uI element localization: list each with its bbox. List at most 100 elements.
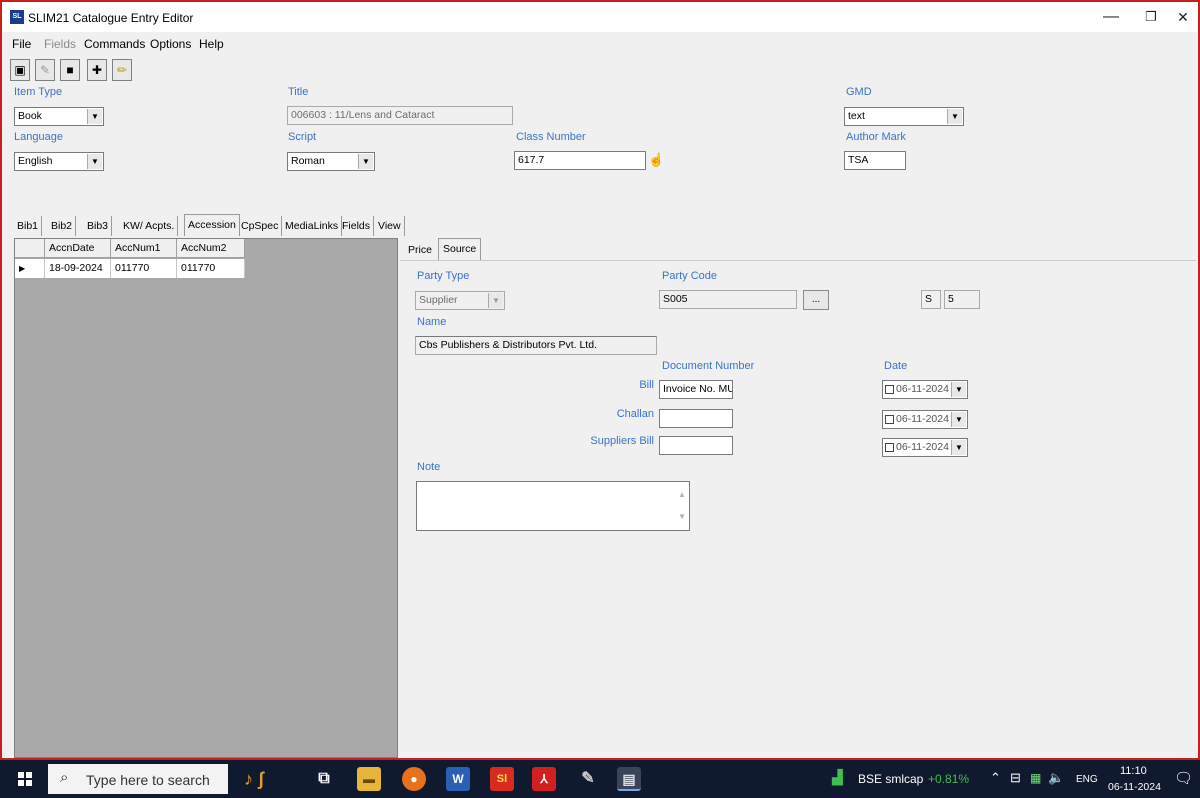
antivirus-icon[interactable]: ▦	[1030, 771, 1041, 785]
paint-brush-icon[interactable]: ✎	[576, 767, 600, 791]
taskbar-search-box[interactable]: ⌕ Type here to search	[48, 764, 228, 794]
author-mark-input[interactable]: TSA	[844, 151, 906, 170]
supplier-name-field[interactable]: Cbs Publishers & Distributors Pvt. Ltd.	[415, 336, 657, 355]
search-placeholder: Type here to search	[86, 772, 210, 788]
clock-date[interactable]: 06-11-2024	[1108, 781, 1161, 793]
volume-muted-icon[interactable]: 🔈	[1048, 770, 1064, 786]
class-number-input[interactable]: 617.7	[514, 151, 646, 170]
subtab-price[interactable]: Price	[404, 240, 436, 260]
column-header-accnum2[interactable]: AccNum2	[177, 239, 245, 258]
gmd-select[interactable]: text ▼	[844, 107, 964, 126]
new-record-icon[interactable]: ▣	[10, 59, 30, 81]
suppliers-bill-date-picker[interactable]: 06-11-2024 ▼	[882, 438, 968, 457]
column-header-accndate[interactable]: AccnDate	[45, 239, 111, 258]
save-icon[interactable]: ■	[60, 59, 80, 81]
column-header-accnum1[interactable]: AccNum1	[111, 239, 177, 258]
tab-medialinks[interactable]: MediaLinks	[282, 216, 343, 236]
task-view-icon[interactable]: ⧉	[312, 767, 336, 791]
chevron-down-icon: ▼	[358, 154, 373, 169]
pencil-icon[interactable]: ✏	[112, 59, 132, 81]
chevron-down-icon: ▼	[951, 412, 966, 427]
code-prefix-field[interactable]: S	[921, 290, 941, 309]
date-label: Date	[884, 360, 908, 372]
party-type-value: Supplier	[419, 294, 458, 306]
add-icon[interactable]: ✚	[87, 59, 107, 81]
tab-accession[interactable]: Accession	[184, 214, 240, 236]
name-label: Name	[417, 316, 447, 328]
chevron-down-icon: ▼	[947, 109, 962, 124]
chevron-down-icon: ▼	[951, 382, 966, 397]
chevron-up-icon[interactable]: ⌃	[990, 770, 1001, 786]
subtab-source[interactable]: Source	[438, 238, 482, 260]
title-label: Title	[288, 86, 309, 98]
bill-date-picker[interactable]: 06-11-2024 ▼	[882, 380, 968, 399]
bill-label: Bill	[639, 379, 654, 391]
slim21-app-icon[interactable]: Sl	[490, 767, 514, 791]
file-explorer-icon[interactable]: ▬	[357, 767, 381, 791]
party-code-label: Party Code	[662, 270, 718, 282]
tab-bib1[interactable]: Bib1	[14, 216, 43, 236]
script-select[interactable]: Roman ▼	[287, 152, 375, 171]
party-type-select[interactable]: Supplier ▼	[415, 291, 505, 310]
tab-bib3[interactable]: Bib3	[84, 216, 113, 236]
language-value: English	[18, 155, 53, 167]
challan-document-input[interactable]	[659, 409, 733, 428]
market-label[interactable]: BSE smlcap	[858, 772, 923, 786]
menu-file[interactable]: File	[12, 37, 31, 51]
market-change[interactable]: +0.81%	[928, 772, 969, 786]
word-icon[interactable]: W	[446, 767, 470, 791]
tab-cpspec[interactable]: CpSpec	[238, 216, 283, 236]
catalogue-editor-taskbar-icon[interactable]: ▤	[617, 767, 641, 791]
tab-kw-acpts[interactable]: KW/ Acpts.	[120, 216, 179, 236]
restore-button[interactable]: ❐	[1136, 6, 1166, 28]
network-icon[interactable]: ⊟	[1010, 770, 1021, 786]
cell-accnum2[interactable]: 011770	[177, 259, 245, 278]
menu-help[interactable]: Help	[199, 37, 224, 51]
lookup-hand-icon[interactable]: ☝	[648, 152, 664, 168]
cell-accndate[interactable]: 18-09-2024	[45, 259, 111, 278]
note-scrollbar[interactable]: ▲ ▼	[677, 484, 687, 528]
windows-start-icon[interactable]	[18, 772, 32, 786]
decor-sax-icon[interactable]: ♪ ʃ	[244, 767, 300, 791]
item-type-label: Item Type	[14, 86, 63, 98]
gmd-value: text	[848, 110, 865, 122]
tab-bib2[interactable]: Bib2	[48, 216, 77, 236]
item-type-select[interactable]: Book ▼	[14, 107, 104, 126]
notification-icon[interactable]: 🗨	[1174, 769, 1193, 787]
title-field[interactable]: 006603 : 11/Lens and Cataract	[287, 106, 513, 125]
suppliers-bill-document-input[interactable]	[659, 436, 733, 455]
firefox-icon[interactable]: ●	[402, 767, 426, 791]
challan-label: Challan	[616, 408, 654, 420]
tab-fields[interactable]: Fields	[339, 216, 375, 236]
party-code-field[interactable]: S005	[659, 290, 797, 309]
cell-accnum1[interactable]: 011770	[111, 259, 177, 278]
app-window: SL SLIM21 Catalogue Entry Editor — ❐ ✕ F…	[0, 0, 1200, 760]
code-number-field[interactable]: 5	[944, 290, 980, 309]
stock-chart-icon[interactable]: ▟	[832, 769, 843, 786]
bill-document-input[interactable]: Invoice No. MU/	[659, 380, 733, 399]
menu-options[interactable]: Options	[150, 37, 191, 51]
suppliers-bill-date-checkbox[interactable]	[885, 442, 894, 452]
chevron-down-icon: ▼	[87, 154, 102, 169]
accession-grid[interactable]: AccnDate AccNum1 AccNum2 ▶ 18-09-2024 01…	[14, 238, 398, 758]
note-textarea[interactable]: ▲ ▼	[416, 481, 690, 531]
pdf-reader-icon[interactable]: ⅄	[532, 767, 556, 791]
window-title: SLIM21 Catalogue Entry Editor	[28, 11, 194, 25]
edit-record-icon[interactable]: ✎	[35, 59, 55, 81]
menu-fields[interactable]: Fields	[44, 37, 76, 51]
tab-view[interactable]: View	[375, 216, 405, 236]
close-button[interactable]: ✕	[1168, 6, 1198, 28]
search-icon: ⌕	[60, 769, 69, 786]
challan-date-checkbox[interactable]	[885, 414, 894, 424]
title-bar: SL SLIM21 Catalogue Entry Editor — ❐ ✕	[2, 2, 1198, 32]
menu-commands[interactable]: Commands	[84, 37, 145, 51]
input-language[interactable]: ENG	[1076, 774, 1098, 785]
minimize-button[interactable]: —	[1096, 6, 1126, 28]
bill-date-checkbox[interactable]	[885, 384, 894, 394]
clock-time[interactable]: 11:10	[1120, 765, 1147, 777]
class-number-label: Class Number	[516, 131, 586, 143]
party-code-lookup-button[interactable]: ...	[803, 290, 829, 310]
language-select[interactable]: English ▼	[14, 152, 104, 171]
table-row[interactable]: ▶ 18-09-2024 011770 011770	[15, 259, 245, 278]
challan-date-picker[interactable]: 06-11-2024 ▼	[882, 410, 968, 429]
